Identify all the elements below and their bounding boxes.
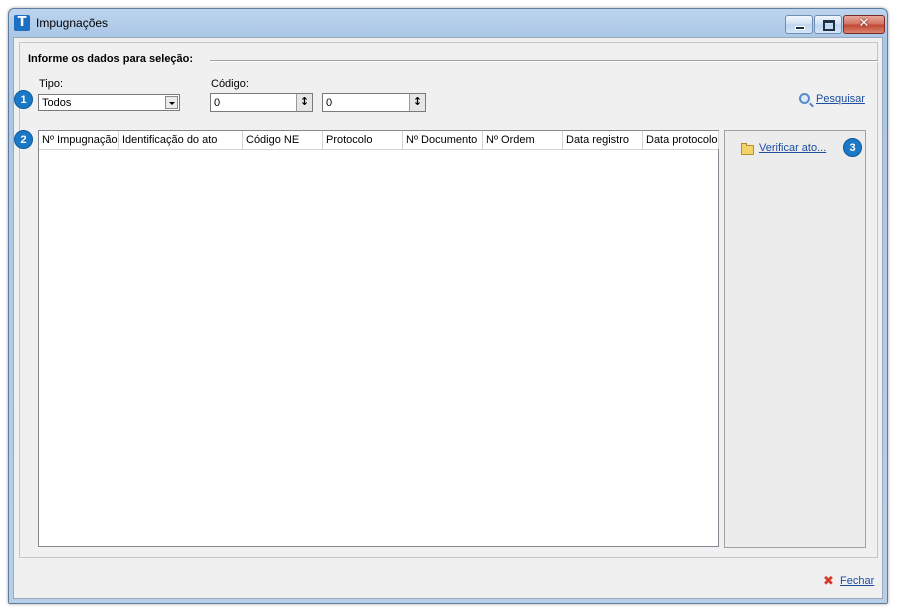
close-window-button[interactable]: ✕	[843, 15, 885, 34]
grid-header: Nº Impugnação Identificação do ato Códig…	[39, 131, 719, 150]
folder-open-icon[interactable]	[741, 143, 754, 155]
codigo-to-spinner[interactable]: 0 ↕	[322, 93, 426, 112]
window-title: Impugnações	[36, 16, 109, 30]
step-badge-1: 1	[14, 90, 33, 109]
close-x-icon[interactable]: ✖	[823, 575, 834, 588]
codigo-label: Código:	[211, 78, 249, 90]
tipo-select-value: Todos	[42, 97, 72, 109]
column-header[interactable]: Protocolo	[323, 131, 403, 149]
client-area: Informe os dados para seleção: 1 Tipo: T…	[13, 37, 883, 599]
column-header[interactable]: Nº Impugnação	[39, 131, 119, 149]
impugnacoes-window: T Impugnações ✕ Informe os dados para se…	[8, 8, 888, 604]
spin-arrows-icon[interactable]: ↕	[409, 94, 425, 111]
tipo-label: Tipo:	[39, 78, 64, 90]
actions-panel	[724, 130, 866, 548]
tipo-select[interactable]: Todos	[38, 94, 180, 111]
verify-act-button[interactable]: Verificar ato...	[759, 142, 826, 154]
maximize-icon	[823, 20, 835, 31]
section-title: Informe os dados para seleção:	[28, 53, 198, 65]
column-header[interactable]: Código NE	[243, 131, 323, 149]
spin-arrows-icon[interactable]: ↕	[296, 94, 312, 111]
search-button[interactable]: Pesquisar	[816, 93, 865, 105]
app-icon[interactable]: T	[14, 15, 30, 31]
search-icon[interactable]	[799, 93, 810, 104]
column-header[interactable]: Identificação do ato	[119, 131, 243, 149]
section-divider	[210, 60, 878, 62]
minimize-button[interactable]	[785, 15, 813, 34]
title-bar[interactable]: T Impugnações ✕	[9, 9, 887, 37]
column-header[interactable]: Data registro	[563, 131, 643, 149]
column-header[interactable]: Nº Ordem	[483, 131, 563, 149]
codigo-from-spinner[interactable]: 0 ↕	[210, 93, 313, 112]
close-button[interactable]: Fechar	[840, 575, 874, 587]
dropdown-arrow-icon[interactable]	[165, 96, 178, 109]
column-header[interactable]: Data protocolo	[643, 131, 719, 149]
minimize-icon	[795, 26, 805, 30]
step-badge-2: 2	[14, 130, 33, 149]
column-header[interactable]: Nº Documento	[403, 131, 483, 149]
results-grid[interactable]: Nº Impugnação Identificação do ato Códig…	[38, 130, 719, 547]
codigo-to-value[interactable]: 0	[326, 97, 332, 109]
maximize-button[interactable]	[814, 15, 842, 34]
step-badge-3: 3	[843, 138, 862, 157]
codigo-from-value[interactable]: 0	[214, 97, 220, 109]
close-icon: ✕	[858, 16, 870, 31]
